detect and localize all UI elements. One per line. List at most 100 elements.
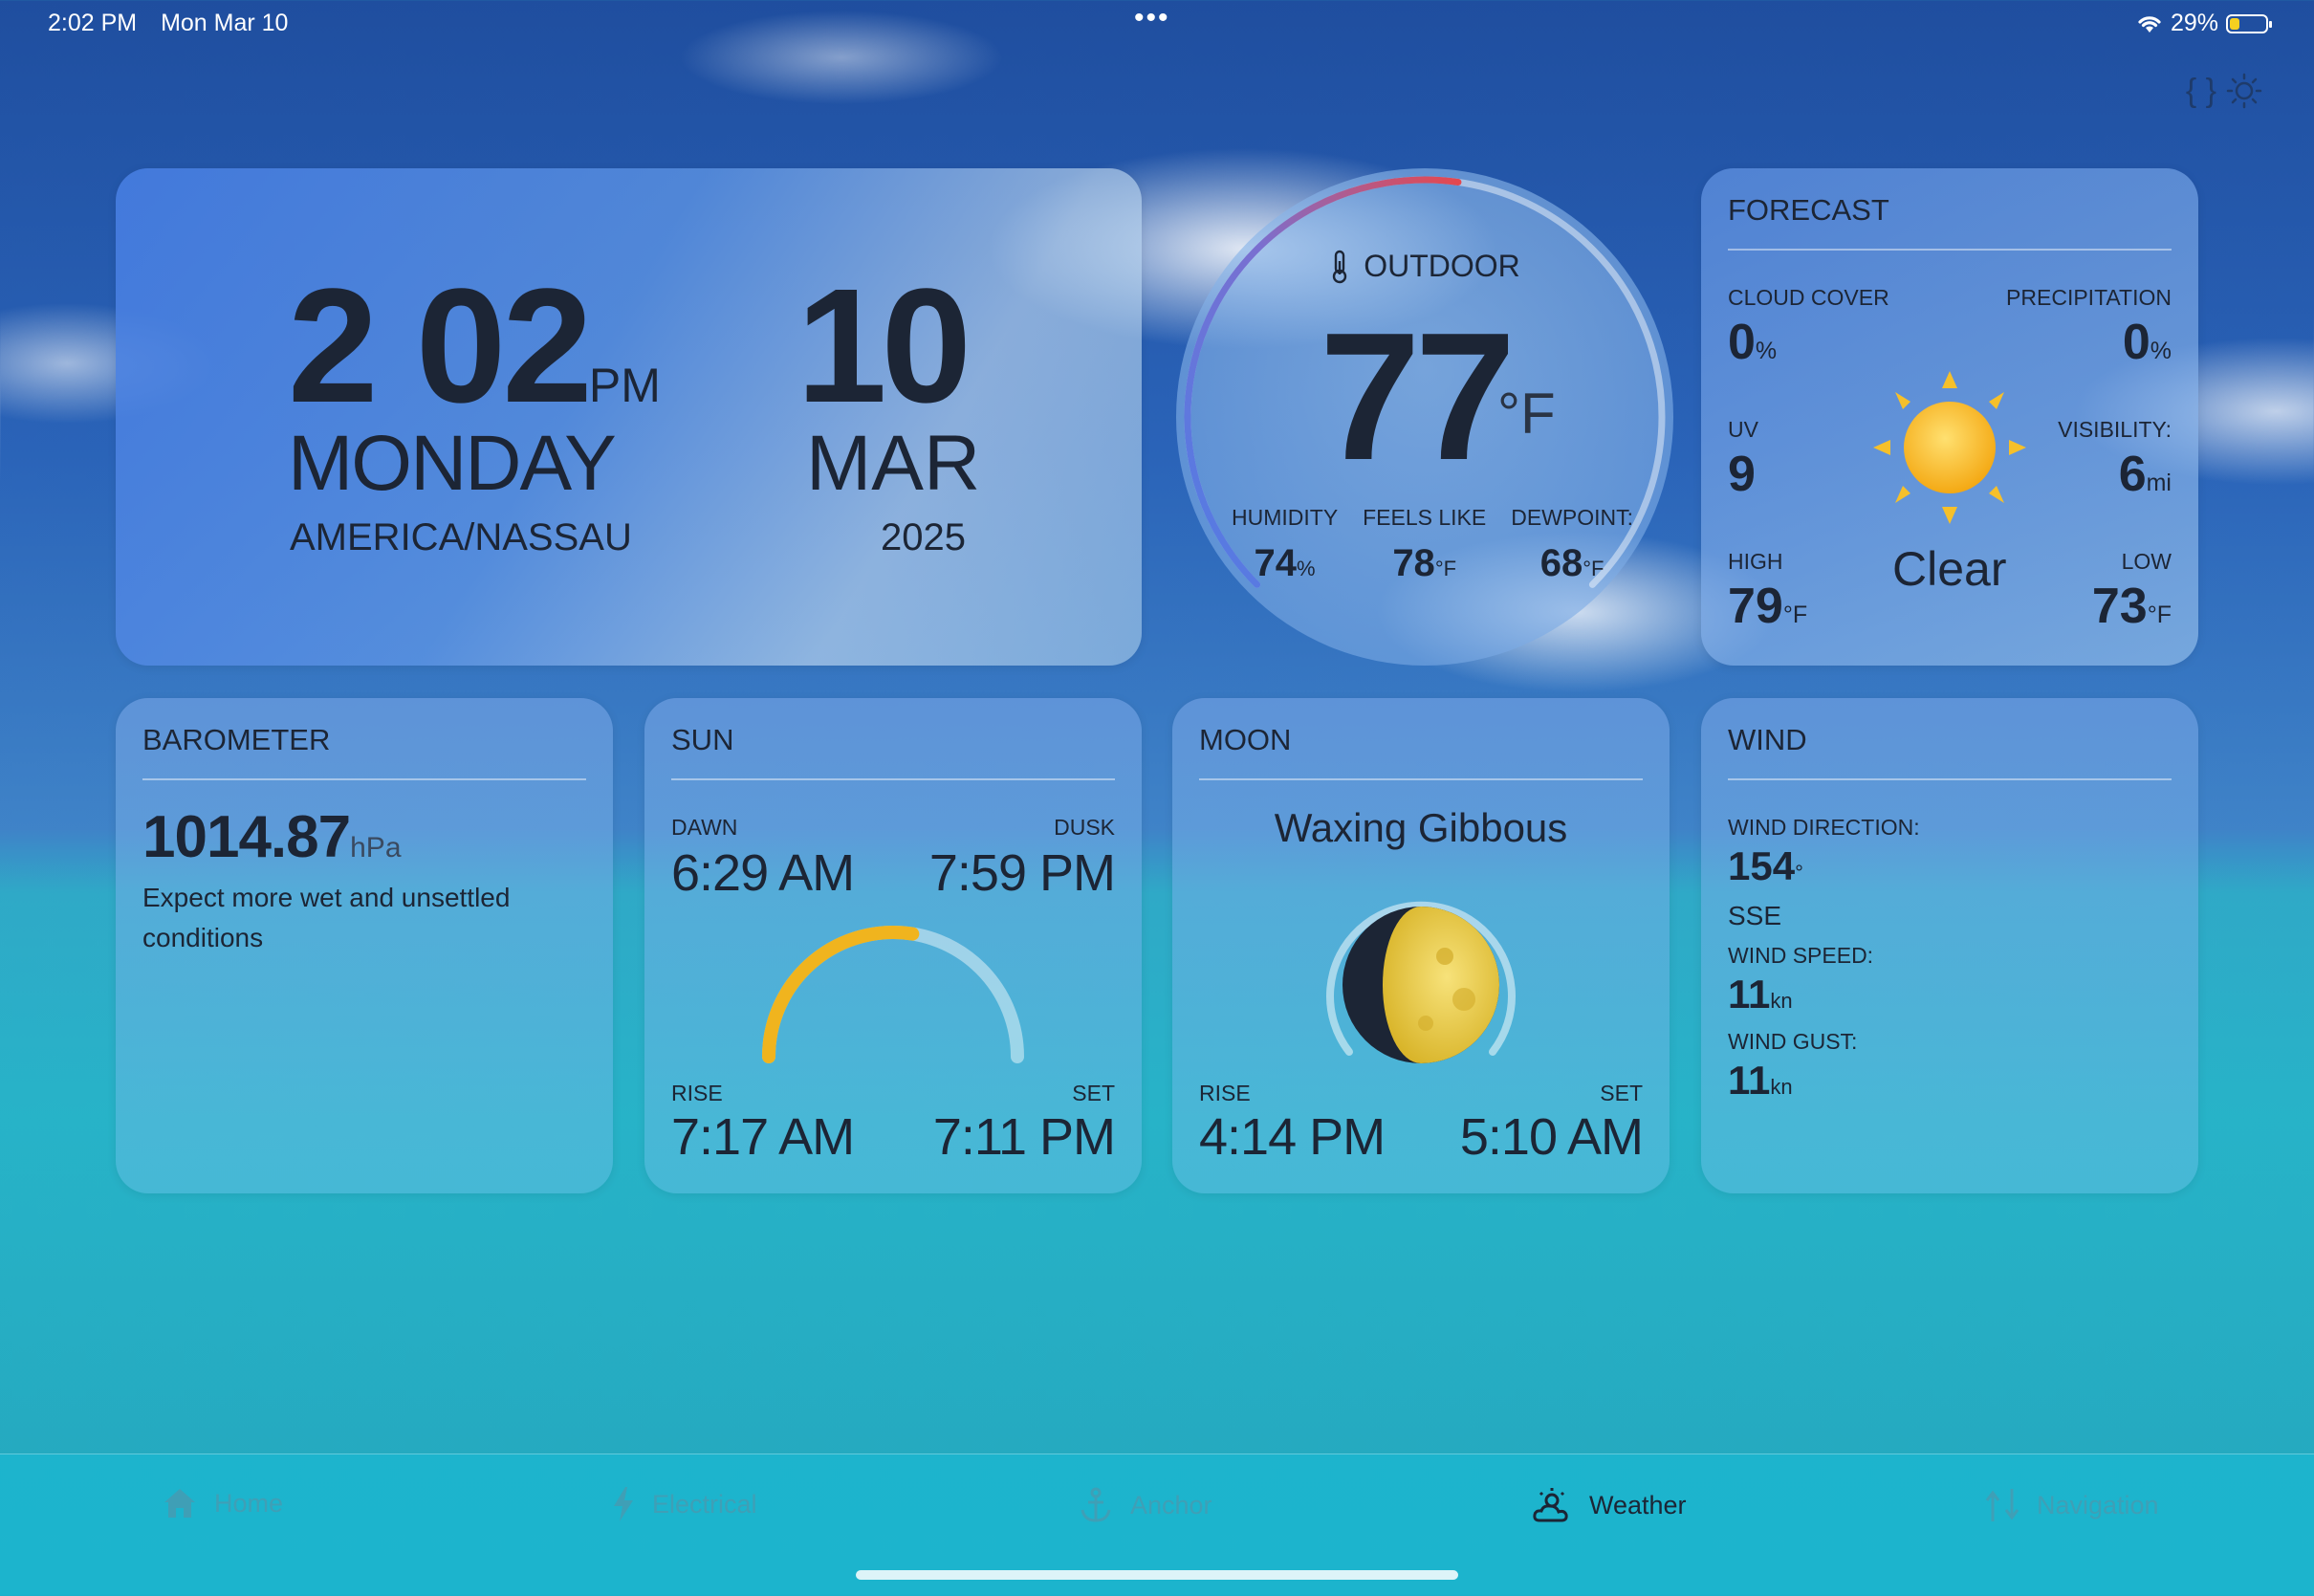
wind-divider bbox=[1728, 778, 2172, 780]
clock-time-value: 2 02 bbox=[288, 255, 593, 437]
tab-anchor-label: Anchor bbox=[1130, 1490, 1212, 1519]
sun-title: SUN bbox=[671, 723, 734, 756]
sun-icon bbox=[1873, 371, 2026, 524]
cloud-cover-value: 0 bbox=[1728, 315, 1756, 370]
low-unit: °F bbox=[2147, 601, 2172, 628]
tab-home[interactable]: Home bbox=[163, 1487, 283, 1519]
moonrise-time: 4:14 PM bbox=[1199, 1108, 1386, 1166]
brightness-icon[interactable] bbox=[2226, 73, 2262, 109]
forecast-divider bbox=[1728, 249, 2172, 251]
wind-speed-value: 11 bbox=[1728, 972, 1771, 1017]
sunset-label: SET bbox=[1072, 1081, 1115, 1105]
clock-time: 2 02PM bbox=[288, 252, 661, 440]
dawn-time: 6:29 AM bbox=[671, 844, 855, 902]
visibility-value-row: 6mi bbox=[2119, 446, 2172, 503]
sun-divider bbox=[671, 778, 1115, 780]
tab-anchor[interactable]: Anchor bbox=[1079, 1487, 1212, 1523]
wind-speed-label: WIND SPEED: bbox=[1728, 943, 1874, 968]
feels-like-value-row: 78°F bbox=[1363, 542, 1486, 585]
wind-direction-value: 154 bbox=[1728, 843, 1796, 888]
high-value: 79 bbox=[1728, 579, 1783, 634]
precipitation-value-row: 0% bbox=[2123, 314, 2172, 371]
barometer-title: BAROMETER bbox=[142, 723, 331, 756]
wind-gust-value: 11 bbox=[1728, 1058, 1771, 1103]
wind-card: WIND WIND DIRECTION: 154° SSE WIND SPEED… bbox=[1701, 698, 2198, 1193]
outdoor-temp: 77 bbox=[1320, 295, 1516, 498]
cloud-cover-unit: % bbox=[1755, 338, 1778, 364]
outdoor-label: OUTDOOR bbox=[1364, 249, 1520, 283]
sunset-time: 7:11 PM bbox=[932, 1108, 1116, 1166]
visibility-label: VISIBILITY: bbox=[2058, 417, 2172, 442]
uv-value: 9 bbox=[1728, 447, 1756, 502]
high-unit: °F bbox=[1782, 601, 1808, 628]
battery-percent: 29% bbox=[2170, 10, 2218, 36]
tab-weather-label: Weather bbox=[1589, 1490, 1687, 1519]
tab-navigation-label: Navigation bbox=[2037, 1490, 2159, 1519]
feels-like-unit: °F bbox=[1434, 557, 1457, 580]
barometer-card: BAROMETER 1014.87hPa Expect more wet and… bbox=[116, 698, 613, 1193]
humidity-label: HUMIDITY bbox=[1232, 505, 1339, 530]
low-value-row: 73°F bbox=[2092, 578, 2172, 635]
tab-electrical-label: Electrical bbox=[652, 1489, 757, 1519]
clock-day: MONDAY bbox=[288, 420, 617, 507]
dewpoint-value: 68 bbox=[1539, 542, 1583, 584]
moon-phase-icon bbox=[1326, 901, 1516, 1063]
feels-like-label: FEELS LIKE bbox=[1363, 505, 1487, 530]
moonset-time: 5:10 AM bbox=[1459, 1108, 1644, 1166]
humidity-value-row: 74% bbox=[1232, 542, 1338, 585]
clock-timezone: AMERICA/NASSAU bbox=[290, 516, 632, 558]
wind-gust-label: WIND GUST: bbox=[1728, 1029, 1858, 1054]
sun-card: SUN DAWN 6:29 AM DUSK 7:59 PM RISE 7:17 … bbox=[644, 698, 1142, 1193]
wind-direction-cardinal: SSE bbox=[1728, 901, 1782, 930]
tab-electrical[interactable]: Electrical bbox=[612, 1487, 757, 1521]
dewpoint-label: DEWPOINT: bbox=[1511, 505, 1633, 530]
bolt-icon bbox=[614, 1487, 633, 1521]
sunrise-time: 7:17 AM bbox=[671, 1108, 855, 1166]
low-value: 73 bbox=[2091, 579, 2148, 634]
humidity-metric: HUMIDITY 74% bbox=[1232, 505, 1338, 585]
moon-title: MOON bbox=[1199, 723, 1292, 756]
outdoor-temp-unit: °F bbox=[1497, 382, 1556, 446]
wind-direction-label: WIND DIRECTION: bbox=[1728, 815, 1920, 840]
wind-gust-value-row: 11kn bbox=[1728, 1058, 1793, 1104]
dewpoint-value-row: 68°F bbox=[1511, 542, 1633, 585]
top-tools: { } bbox=[2186, 73, 2262, 110]
clock-ampm: PM bbox=[588, 359, 661, 412]
sun-arc-progress bbox=[762, 926, 920, 1063]
thermometer-icon bbox=[1333, 250, 1347, 284]
wifi-icon bbox=[2138, 15, 2161, 33]
high-value-row: 79°F bbox=[1728, 578, 1807, 635]
feels-like-metric: FEELS LIKE 78°F bbox=[1363, 505, 1486, 585]
moon-phase: Waxing Gibbous bbox=[1274, 805, 1568, 850]
clock-month: MAR bbox=[806, 420, 981, 507]
tab-weather[interactable]: Weather bbox=[1532, 1487, 1687, 1523]
dusk-label: DUSK bbox=[1054, 815, 1115, 840]
wind-gust-unit: kn bbox=[1770, 1075, 1793, 1099]
dawn-label: DAWN bbox=[671, 815, 738, 840]
uv-label: UV bbox=[1728, 417, 1758, 442]
cloud-cover-value-row: 0% bbox=[1728, 314, 1777, 371]
battery-icon bbox=[2226, 13, 2272, 33]
anchor-icon bbox=[1081, 1487, 1111, 1522]
multitasking-dots-icon[interactable]: ••• bbox=[1134, 2, 1170, 34]
visibility-unit: mi bbox=[2146, 470, 2172, 496]
status-bar-right: 29% bbox=[2136, 10, 2272, 37]
forecast-title: FORECAST bbox=[1728, 193, 1889, 227]
house-icon bbox=[164, 1489, 195, 1518]
sun-arc bbox=[762, 926, 1024, 1063]
feels-like-value: 78 bbox=[1392, 542, 1435, 584]
tab-home-label: Home bbox=[214, 1488, 284, 1518]
humidity-value: 74 bbox=[1254, 542, 1298, 584]
status-bar-left: 2:02 PM Mon Mar 10 bbox=[48, 10, 305, 37]
barometer-value: 1014.87 bbox=[142, 804, 351, 870]
forecast-card: FORECAST CLOUD COVER 0% PRECIPITATION 0%… bbox=[1701, 168, 2198, 666]
precipitation-value: 0 bbox=[2122, 315, 2150, 370]
sunrise-label: RISE bbox=[671, 1081, 723, 1105]
humidity-unit: % bbox=[1297, 557, 1316, 580]
forecast-condition: Clear bbox=[1892, 542, 2007, 596]
barometer-divider bbox=[142, 778, 586, 780]
precipitation-label: PRECIPITATION bbox=[2006, 285, 2172, 310]
code-braces-icon[interactable]: { } bbox=[2186, 73, 2216, 110]
tab-navigation[interactable]: Navigation bbox=[1985, 1487, 2159, 1523]
home-indicator[interactable] bbox=[856, 1570, 1458, 1580]
